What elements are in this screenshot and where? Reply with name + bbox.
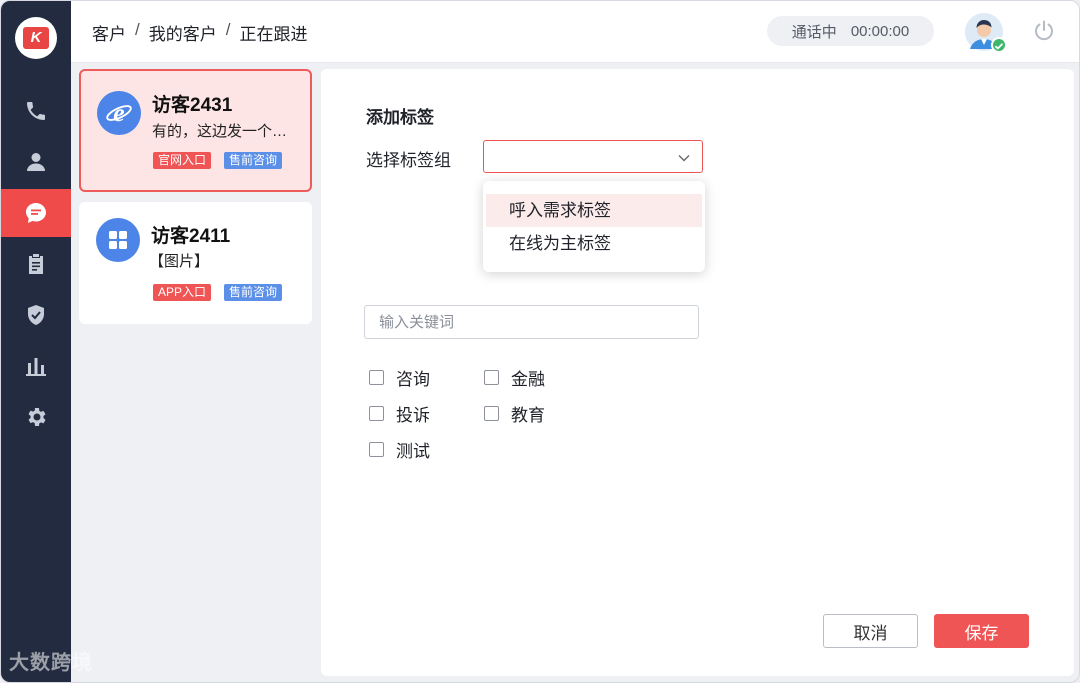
tag-checkbox[interactable]: 投诉 [369, 401, 430, 426]
clipboard-icon [29, 254, 43, 274]
checkbox-label: 投诉 [396, 406, 430, 425]
breadcrumb-item[interactable]: 客户 [92, 20, 126, 45]
breadcrumb-separator: / [225, 20, 231, 39]
conversation-last-message: 有的，这边发一个… [152, 123, 288, 140]
nav-item-chat[interactable] [1, 189, 71, 237]
svg-text:e: e [113, 99, 124, 127]
nav-item-customers[interactable] [1, 138, 71, 186]
gear-icon [28, 408, 46, 426]
chat-icon [26, 203, 46, 223]
tag-checkbox[interactable]: 咨询 [369, 365, 430, 390]
call-status-pill: 通话中 00:00:00 [767, 16, 934, 46]
nav-item-security[interactable] [1, 291, 71, 339]
conversation-name: 访客2411 [151, 226, 231, 247]
bar-chart-icon [26, 358, 46, 376]
checkbox-box[interactable] [369, 442, 384, 457]
add-tag-panel: 添加标签 选择标签组 呼入需求标签 在线为主标签 咨询 金融 投诉 教育 [321, 69, 1074, 676]
sidebar: K 大数跨境 [1, 1, 92, 682]
shield-check-icon [28, 305, 44, 325]
logo-mark: K [23, 27, 49, 49]
app-logo: K [15, 17, 57, 59]
source-tag: 官网入口 [153, 152, 212, 169]
nav-item-stats[interactable] [1, 342, 71, 390]
top-header: 客户 / 我的客户 / 正在跟进 通话中 00:00:00 [71, 1, 1079, 63]
power-button[interactable] [1032, 19, 1056, 43]
breadcrumb-item-current: 正在跟进 [239, 25, 308, 44]
conversation-card[interactable]: e 访客2431 有的，这边发一个… 官网入口 售前咨询 [79, 69, 312, 192]
keyword-search-input[interactable] [364, 305, 699, 339]
tag-group-dropdown: 呼入需求标签 在线为主标签 [483, 181, 705, 272]
user-icon [27, 153, 45, 171]
category-tag: 售前咨询 [224, 284, 283, 301]
call-status-label: 通话中 [791, 23, 837, 41]
category-tag: 售前咨询 [224, 152, 283, 169]
save-button[interactable]: 保存 [934, 614, 1029, 648]
conversation-name: 访客2431 [152, 95, 233, 116]
checkbox-label: 咨询 [396, 370, 430, 389]
dropdown-option[interactable]: 在线为主标签 [486, 227, 702, 260]
checkbox-box[interactable] [484, 370, 499, 385]
conversation-card[interactable]: 访客2411 【图片】 APP入口 售前咨询 [79, 202, 312, 324]
tag-group-select[interactable] [483, 140, 703, 173]
conversation-last-message: 【图片】 [149, 253, 210, 270]
checkbox-box[interactable] [484, 406, 499, 421]
cancel-button[interactable]: 取消 [823, 614, 918, 648]
tag-checkbox[interactable]: 教育 [484, 401, 545, 426]
panel-title: 添加标签 [366, 108, 434, 127]
checkbox-label: 金融 [511, 370, 545, 389]
nav-item-settings[interactable] [1, 393, 71, 441]
tag-checkbox[interactable]: 测试 [369, 437, 430, 462]
source-tag: APP入口 [153, 284, 212, 301]
phone-icon [27, 102, 45, 120]
checkbox-box[interactable] [369, 370, 384, 385]
breadcrumb-item[interactable]: 我的客户 [149, 20, 217, 45]
power-icon [1035, 20, 1053, 41]
breadcrumb: 客户 / 我的客户 / 正在跟进 [92, 20, 307, 45]
tag-checkbox[interactable]: 金融 [484, 365, 545, 390]
ie-browser-icon: e [97, 91, 141, 135]
tag-group-label: 选择标签组 [366, 151, 451, 170]
checkbox-label: 测试 [396, 442, 430, 461]
checkbox-box[interactable] [369, 406, 384, 421]
conversation-list: e 访客2431 有的，这边发一个… 官网入口 售前咨询 访客2411 【图片】… [71, 63, 321, 682]
call-timer: 00:00:00 [850, 22, 910, 40]
avatar[interactable] [965, 13, 1007, 53]
checkbox-label: 教育 [511, 406, 545, 425]
chevron-down-icon [678, 155, 690, 162]
online-check-icon [991, 37, 1007, 53]
breadcrumb-separator: / [135, 20, 140, 39]
app-grid-icon [96, 218, 140, 262]
app-window: K 大数跨境 客户 / 我的客户 / 正在跟进 通话中 00:00:00 e 访… [0, 0, 1080, 683]
dropdown-option[interactable]: 呼入需求标签 [486, 194, 702, 227]
nav-item-phone[interactable] [1, 87, 71, 135]
nav-item-records[interactable] [1, 240, 71, 288]
